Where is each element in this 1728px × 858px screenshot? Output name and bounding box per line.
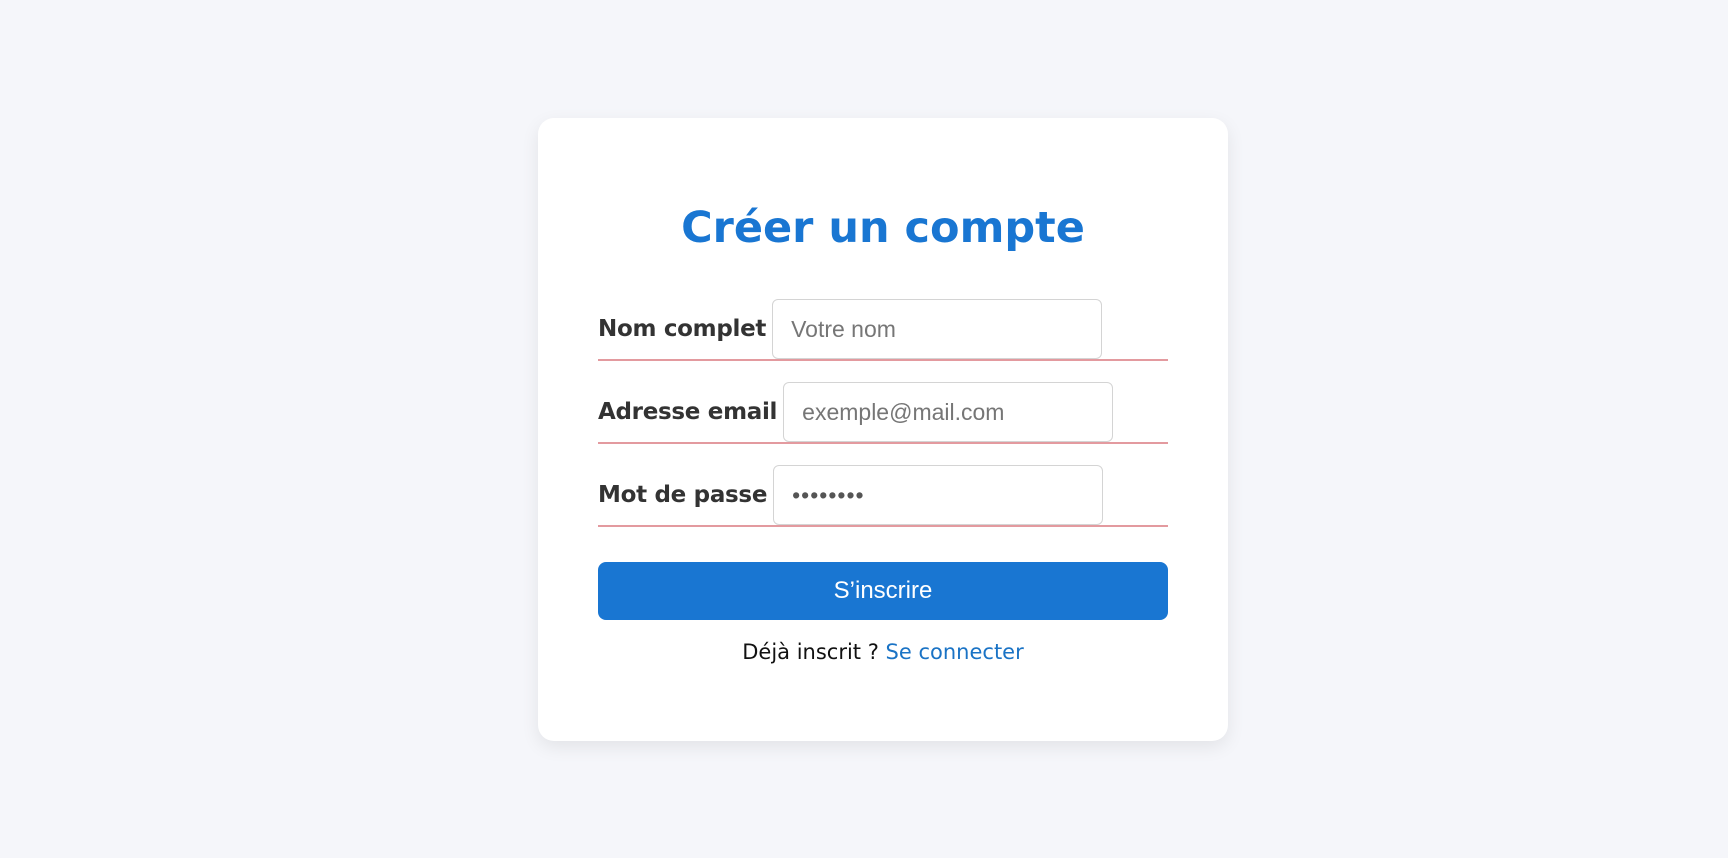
name-input[interactable] [772, 299, 1103, 359]
field-row-password: Mot de passe [598, 465, 1168, 527]
page-title: Créer un compte [681, 203, 1085, 253]
signup-card: Créer un compte Nom complet Adresse emai… [538, 118, 1228, 741]
email-input[interactable] [783, 382, 1114, 442]
login-prompt-line: Déjà inscrit ? Se connecter [538, 640, 1228, 664]
signup-button[interactable]: S’inscrire [598, 562, 1168, 620]
password-input[interactable] [773, 465, 1104, 525]
password-label: Mot de passe [598, 482, 768, 508]
field-row-name: Nom complet [598, 299, 1168, 361]
login-prompt-text: Déjà inscrit ? [742, 640, 879, 664]
field-row-email: Adresse email [598, 382, 1168, 444]
email-label: Adresse email [598, 399, 778, 425]
login-link[interactable]: Se connecter [886, 640, 1024, 664]
name-label: Nom complet [598, 316, 767, 342]
